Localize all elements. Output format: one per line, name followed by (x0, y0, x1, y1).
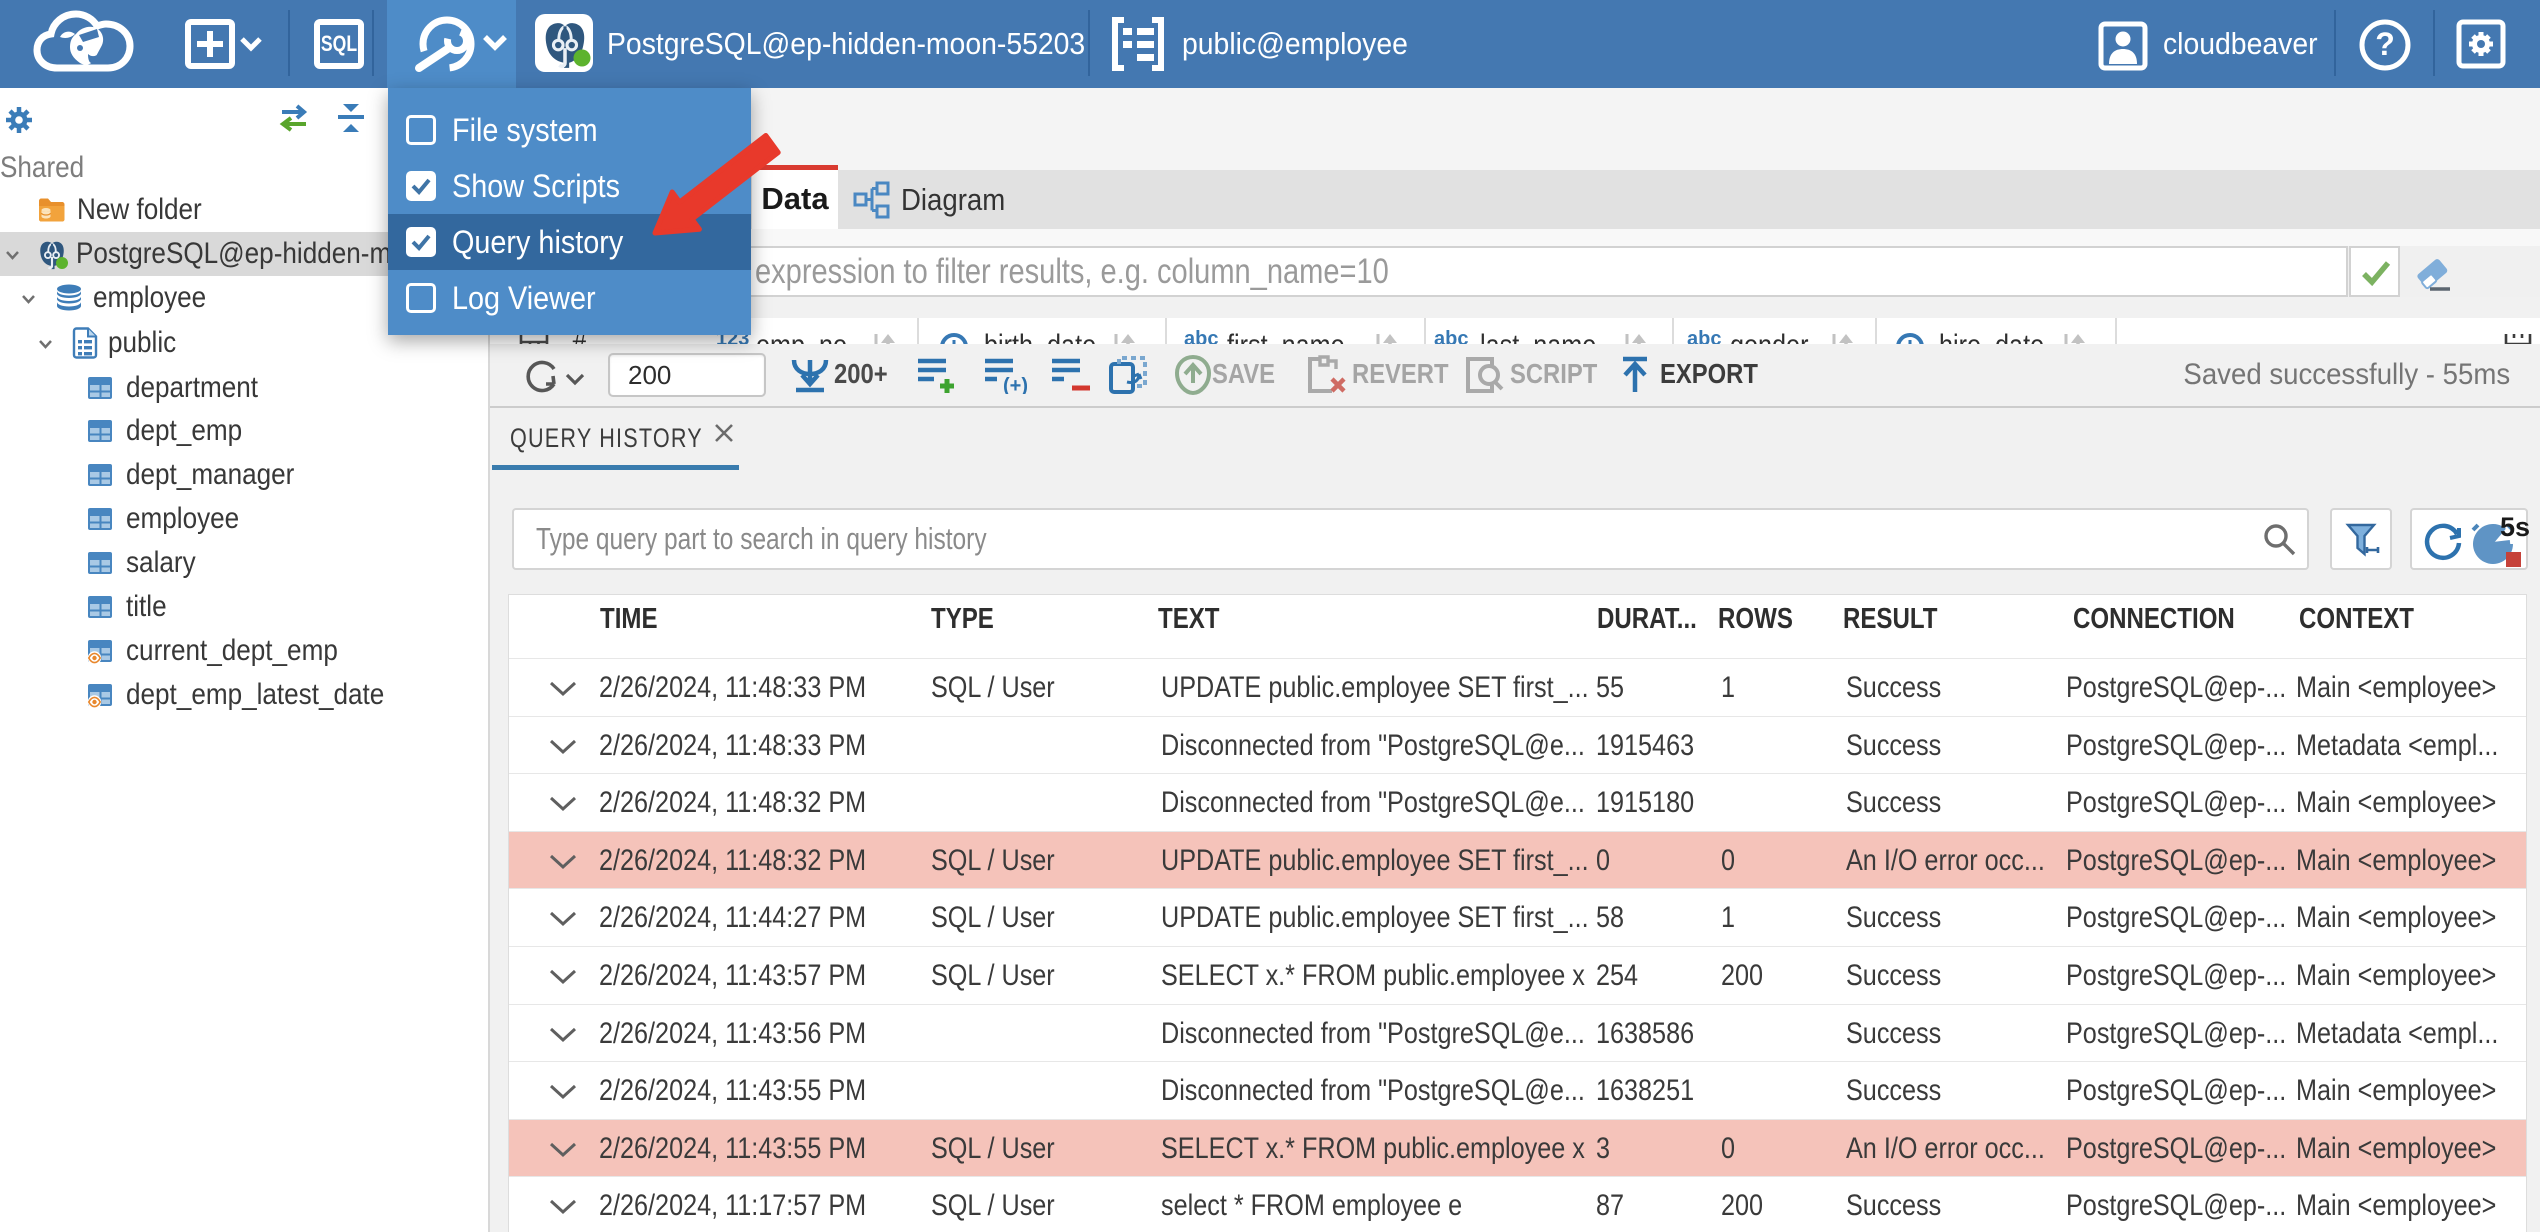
svg-text:(+): (+) (1003, 375, 1027, 394)
